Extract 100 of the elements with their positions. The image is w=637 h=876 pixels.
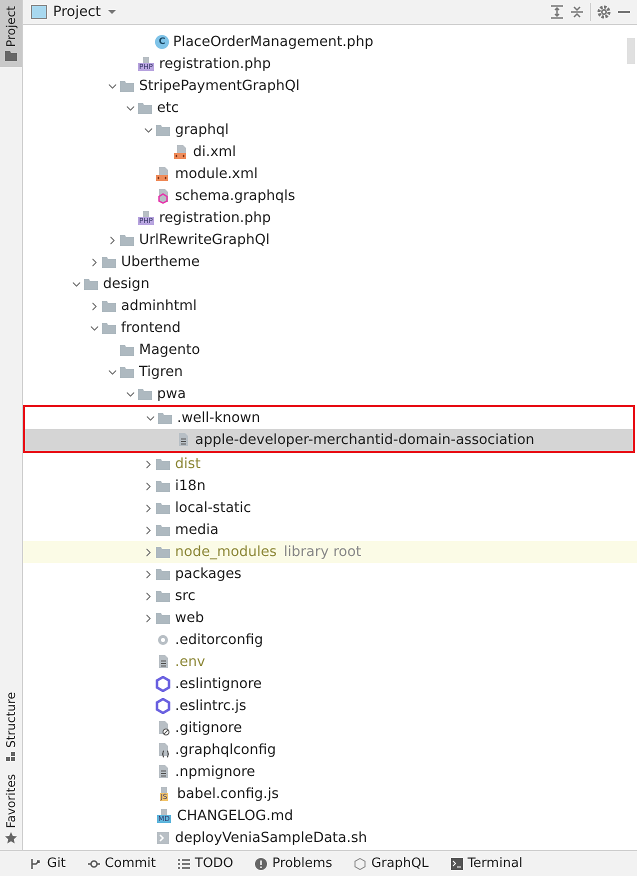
star-icon xyxy=(5,832,17,844)
folder-icon xyxy=(155,456,171,472)
terminal-icon xyxy=(450,858,463,870)
tree-row[interactable]: media xyxy=(23,519,637,541)
file-name: registration.php xyxy=(159,56,271,72)
file-name: module.xml xyxy=(175,166,258,182)
tree-row[interactable]: .editorconfig xyxy=(23,629,637,651)
file-name: UrlRewriteGraphQl xyxy=(139,232,270,248)
window-icon xyxy=(31,5,47,19)
file-name: CHANGELOG.md xyxy=(177,808,294,824)
tree-row[interactable]: .well-known xyxy=(25,407,633,429)
file-name: node_modules xyxy=(175,544,277,560)
warning-icon xyxy=(255,858,268,870)
tree-row[interactable]: StripePaymentGraphQl xyxy=(23,75,637,97)
tree-row[interactable]: di.xml xyxy=(23,141,637,163)
file-name: src xyxy=(175,588,196,604)
tree-row[interactable]: schema.graphqls xyxy=(23,185,637,207)
tool-window-button[interactable]: GraphQL xyxy=(354,856,429,871)
tree-row[interactable]: i18n xyxy=(23,475,637,497)
file-name: .well-known xyxy=(177,410,260,426)
tree-row[interactable]: .gitignore xyxy=(23,717,637,739)
tool-window-button[interactable]: Problems xyxy=(255,856,332,871)
scrollbar-thumb[interactable] xyxy=(627,38,635,64)
class-icon: C xyxy=(155,35,169,49)
tree-row[interactable]: apple-developer-merchantid-domain-association xyxy=(25,429,633,451)
side-tab[interactable]: Structure xyxy=(0,686,22,768)
folder-icon xyxy=(137,386,153,402)
file-name: graphql xyxy=(175,122,229,138)
tree-row[interactable]: design xyxy=(23,273,637,295)
tree-row[interactable]: frontend xyxy=(23,317,637,339)
commit-icon xyxy=(88,858,100,870)
folder-icon xyxy=(155,566,171,582)
folder-icon xyxy=(101,254,117,270)
dropdown-caret-icon[interactable] xyxy=(106,9,117,15)
expand-all-icon[interactable] xyxy=(550,5,564,19)
library-root-label: library root xyxy=(284,544,362,560)
tree-row[interactable]: .graphqlconfig xyxy=(23,739,637,761)
tool-window-button[interactable]: TODO xyxy=(178,856,234,871)
folder-icon xyxy=(119,342,135,358)
tree-row[interactable]: UrlRewriteGraphQl xyxy=(23,229,637,251)
structure-icon xyxy=(6,752,16,762)
file-name: local-static xyxy=(175,500,252,516)
side-tab[interactable]: Favorites xyxy=(0,768,22,850)
tree-row[interactable]: packages xyxy=(23,563,637,585)
file-name: Ubertheme xyxy=(121,254,200,270)
file-name: Magento xyxy=(139,342,200,358)
side-tab[interactable]: Project xyxy=(0,0,22,68)
tree-row[interactable]: C PlaceOrderManagement.php xyxy=(23,31,637,53)
tree-row[interactable]: etc xyxy=(23,97,637,119)
tree-row[interactable]: local-static xyxy=(23,497,637,519)
file-name: StripePaymentGraphQl xyxy=(139,78,300,94)
file-name: pwa xyxy=(157,386,186,402)
gear-icon xyxy=(155,632,171,648)
folder-icon xyxy=(101,298,117,314)
folder-icon xyxy=(157,410,173,426)
tree-row[interactable]: dist xyxy=(23,453,637,475)
tree-row[interactable]: .env xyxy=(23,651,637,673)
folder-icon xyxy=(119,78,135,94)
xml-file-icon xyxy=(155,166,171,182)
folder-icon xyxy=(155,122,171,138)
file-name: Tigren xyxy=(139,364,183,380)
tool-window-button[interactable]: Terminal xyxy=(450,856,523,871)
tool-window-button[interactable]: Git xyxy=(30,856,66,871)
file-name: design xyxy=(103,276,150,292)
terminal-file-icon xyxy=(155,830,171,846)
collapse-all-icon[interactable] xyxy=(570,5,584,19)
file-name: frontend xyxy=(121,320,181,336)
panel-title[interactable]: Project xyxy=(53,4,101,20)
eslint-icon xyxy=(155,676,171,692)
tree-row[interactable]: src xyxy=(23,585,637,607)
tree-row[interactable]: Ubertheme xyxy=(23,251,637,273)
file-name: .graphqlconfig xyxy=(175,742,276,758)
tree-row[interactable]: adminhtml xyxy=(23,295,637,317)
tree-row[interactable]: module.xml xyxy=(23,163,637,185)
tree-row[interactable]: Magento xyxy=(23,339,637,361)
folder-icon xyxy=(155,522,171,538)
tree-row[interactable]: .eslintignore xyxy=(23,673,637,695)
file-name: di.xml xyxy=(193,144,236,160)
tree-row[interactable]: deployVeniaSampleData.sh xyxy=(23,827,637,849)
file-name: registration.php xyxy=(159,210,271,226)
list-icon xyxy=(178,858,190,870)
tree-row[interactable]: .npmignore xyxy=(23,761,637,783)
file-name: schema.graphqls xyxy=(175,188,296,204)
folder-icon xyxy=(101,320,117,336)
file-name: web xyxy=(175,610,204,626)
folder-icon xyxy=(137,100,153,116)
folder-icon xyxy=(5,51,17,62)
tool-window-button[interactable]: Commit xyxy=(88,856,156,871)
folder-icon xyxy=(119,232,135,248)
tree-row[interactable]: .eslintrc.js xyxy=(23,695,637,717)
folder-icon xyxy=(155,544,171,560)
settings-icon[interactable] xyxy=(597,5,611,19)
folder-icon xyxy=(155,610,171,626)
file-name: etc xyxy=(157,100,179,116)
tree-row[interactable]: web xyxy=(23,607,637,629)
tree-row[interactable]: Tigren xyxy=(23,361,637,383)
tree-row[interactable]: graphql xyxy=(23,119,637,141)
folder-icon xyxy=(119,364,135,380)
eslint-icon xyxy=(155,698,171,714)
tree-row[interactable]: pwa xyxy=(23,383,637,405)
